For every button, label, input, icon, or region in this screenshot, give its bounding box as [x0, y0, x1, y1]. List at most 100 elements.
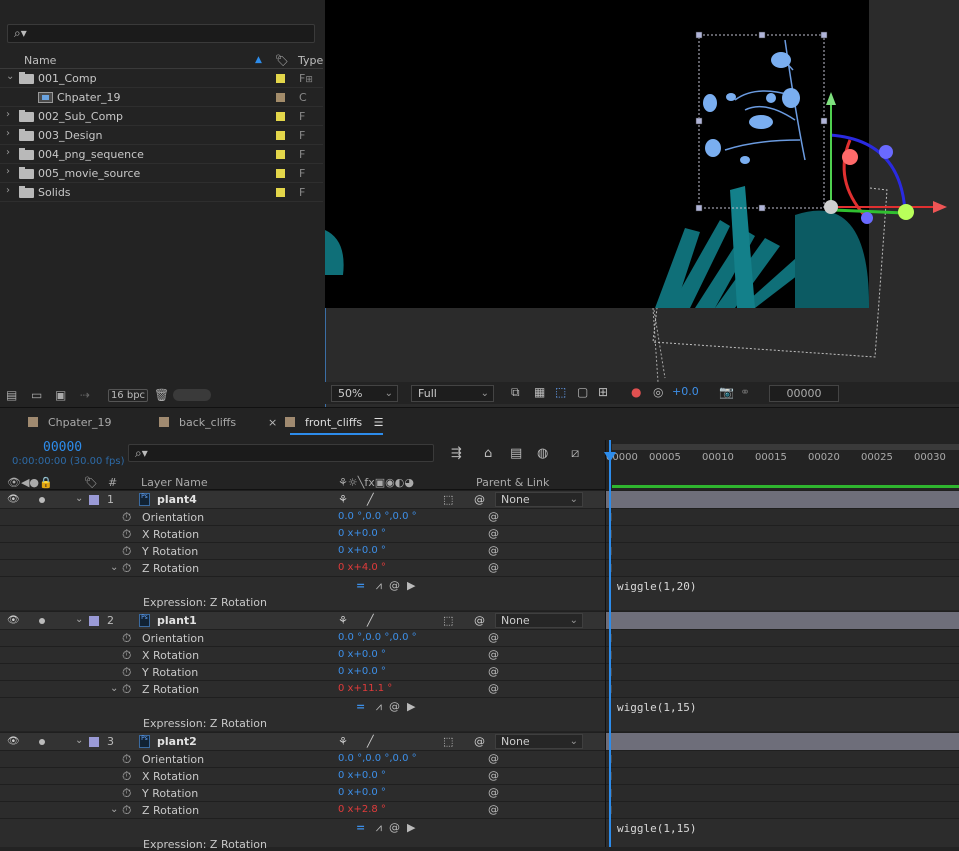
pickwhip-icon[interactable]: @: [474, 735, 485, 748]
stopwatch-icon[interactable]: ⏱: [122, 752, 131, 767]
project-item-comp[interactable]: Chpater_19 C: [0, 88, 323, 107]
x-rotation-value[interactable]: 0 x+0.0 °: [338, 649, 386, 660]
keyframe-track[interactable]: I: [606, 559, 959, 576]
pickwhip-icon[interactable]: @: [488, 682, 499, 695]
parent-select[interactable]: None ⌄: [495, 734, 583, 749]
property-row[interactable]: ⏱ X Rotation 0 x+0.0 ° @: [0, 646, 605, 663]
expression-language-menu-icon[interactable]: ▶: [407, 700, 415, 713]
quality-icon[interactable]: ╱: [367, 493, 374, 506]
keyframe-track[interactable]: I: [606, 646, 959, 663]
eye-icon[interactable]: 👁: [7, 736, 20, 747]
3d-layer-icon[interactable]: ⬚: [443, 493, 453, 506]
frame-blending-icon[interactable]: ▤: [510, 446, 522, 461]
pickwhip-icon[interactable]: @: [488, 752, 499, 765]
keyframe-track[interactable]: I: [606, 767, 959, 784]
stopwatch-icon[interactable]: ⏱: [122, 510, 131, 525]
chevron-down-icon[interactable]: ⌄: [110, 804, 118, 815]
transparency-grid-icon[interactable]: ▦: [534, 385, 545, 399]
project-item-folder[interactable]: › Solids F: [0, 183, 323, 202]
project-item-folder[interactable]: › 002_Sub_Comp F: [0, 107, 323, 126]
tab-chpater-19[interactable]: Chpater_19: [28, 416, 111, 429]
parent-select[interactable]: None ⌄: [495, 492, 583, 507]
property-row[interactable]: ⏱ Orientation 0.0 °,0.0 °,0.0 ° @: [0, 629, 605, 646]
expression-code[interactable]: wiggle(1,15): [617, 822, 696, 835]
label-tag-icon[interactable]: 🏷: [275, 54, 289, 67]
expression-language-menu-icon[interactable]: ▶: [407, 821, 415, 834]
property-row[interactable]: ⌄ ⏱ Z Rotation 0 x+11.1 ° @: [0, 680, 605, 697]
expression-row[interactable]: = ⩘ @ ▶ Expression: Z Rotation: [0, 576, 605, 610]
channel-icon[interactable]: ●: [631, 385, 641, 399]
pickwhip-icon[interactable]: @: [488, 769, 499, 782]
type-column-header[interactable]: Type: [298, 54, 323, 67]
eye-icon[interactable]: 👁: [7, 494, 20, 505]
draft-3d-icon[interactable]: ⌂: [484, 446, 492, 461]
chevron-down-icon[interactable]: ⌄: [6, 71, 14, 82]
expression-language-menu-icon[interactable]: ▶: [407, 579, 415, 592]
stopwatch-icon[interactable]: ⏱: [122, 769, 131, 784]
label-swatch[interactable]: [276, 74, 285, 83]
graph-icon[interactable]: ⩘: [376, 821, 382, 834]
project-item-folder[interactable]: › 003_Design F: [0, 126, 323, 145]
comp-mini-flowchart-icon[interactable]: ⇶: [451, 446, 462, 461]
pickwhip-icon[interactable]: @: [389, 700, 400, 713]
pickwhip-icon[interactable]: @: [474, 614, 485, 627]
number-column-header[interactable]: #: [108, 476, 117, 489]
pickwhip-icon[interactable]: @: [488, 803, 499, 816]
chevron-down-icon[interactable]: ⌄: [110, 683, 118, 694]
layer-search-input[interactable]: ⌕▾: [128, 444, 434, 462]
stopwatch-icon[interactable]: ⏱: [122, 786, 131, 801]
project-item-folder[interactable]: › 004_png_sequence F: [0, 145, 323, 164]
solo-icon[interactable]: [39, 497, 45, 503]
keyframe-track[interactable]: I: [606, 629, 959, 646]
stopwatch-icon[interactable]: ⏱: [122, 803, 131, 818]
expression-tools[interactable]: = ⩘ @ ▶: [356, 700, 415, 714]
thumbnail-slider[interactable]: [173, 389, 211, 401]
new-composition-icon[interactable]: ▣: [55, 388, 66, 402]
close-tab-icon[interactable]: ×: [268, 416, 277, 429]
graph-icon[interactable]: ⩘: [376, 700, 382, 713]
interpret-footage-icon[interactable]: ▤: [6, 388, 17, 402]
chevron-right-icon[interactable]: ›: [6, 128, 10, 139]
property-row[interactable]: ⏱ Orientation 0.0 °,0.0 °,0.0 ° @: [0, 750, 605, 767]
pickwhip-icon[interactable]: @: [488, 786, 499, 799]
property-row[interactable]: ⏱ Orientation 0.0 °,0.0 °,0.0 ° @: [0, 508, 605, 525]
chevron-right-icon[interactable]: ›: [6, 109, 10, 120]
property-row[interactable]: ⏱ X Rotation 0 x+0.0 ° @: [0, 525, 605, 542]
label-swatch[interactable]: [276, 131, 285, 140]
layer-name-column-header[interactable]: Layer Name: [141, 476, 208, 489]
label-swatch[interactable]: [276, 150, 285, 159]
label-swatch[interactable]: [276, 93, 285, 102]
label-swatch[interactable]: [276, 188, 285, 197]
zoom-select[interactable]: 50% ⌄: [331, 385, 398, 402]
shy-icon[interactable]: ⚘: [338, 614, 348, 627]
layer-duration-bar[interactable]: [606, 490, 959, 508]
property-row[interactable]: ⏱ Y Rotation 0 x+0.0 ° @: [0, 663, 605, 680]
enable-expression-icon[interactable]: =: [356, 821, 365, 834]
x-rotation-value[interactable]: 0 x+0.0 °: [338, 528, 386, 539]
eye-icon[interactable]: 👁: [7, 615, 20, 626]
quality-icon[interactable]: ╱: [367, 614, 374, 627]
stopwatch-icon[interactable]: ⏱: [122, 561, 131, 576]
layer-row[interactable]: 👁 ⌄ 3 Ps plant2 ⚘ ╱ ⬚ @ None ⌄: [0, 732, 605, 750]
current-time-indicator[interactable]: [609, 440, 611, 847]
chevron-down-icon[interactable]: ⌄: [75, 493, 83, 504]
trash-icon[interactable]: 🗑: [154, 388, 169, 402]
parent-link-column-header[interactable]: Parent & Link: [476, 476, 549, 489]
pickwhip-icon[interactable]: @: [389, 579, 400, 592]
chevron-down-icon[interactable]: ⌄: [110, 562, 118, 573]
color-management-icon[interactable]: ◎: [653, 385, 663, 399]
expression-row[interactable]: = ⩘ @ ▶ Expression: Z Rotation: [0, 697, 605, 731]
stopwatch-icon[interactable]: ⏱: [122, 631, 131, 646]
solo-icon[interactable]: [39, 618, 45, 624]
property-row[interactable]: ⌄ ⏱ Z Rotation 0 x+4.0 ° @: [0, 559, 605, 576]
shy-icon[interactable]: ⚘: [338, 493, 348, 506]
z-rotation-value[interactable]: 0 x+4.0 °: [338, 562, 386, 573]
keyframe-track[interactable]: I: [606, 801, 959, 818]
chevron-right-icon[interactable]: ›: [6, 185, 10, 196]
pickwhip-icon[interactable]: @: [488, 631, 499, 644]
y-rotation-value[interactable]: 0 x+0.0 °: [338, 787, 386, 798]
enable-expression-icon[interactable]: =: [356, 579, 365, 592]
property-row[interactable]: ⏱ Y Rotation 0 x+0.0 ° @: [0, 784, 605, 801]
layer-name[interactable]: plant4: [157, 493, 197, 506]
pickwhip-icon[interactable]: @: [474, 493, 485, 506]
